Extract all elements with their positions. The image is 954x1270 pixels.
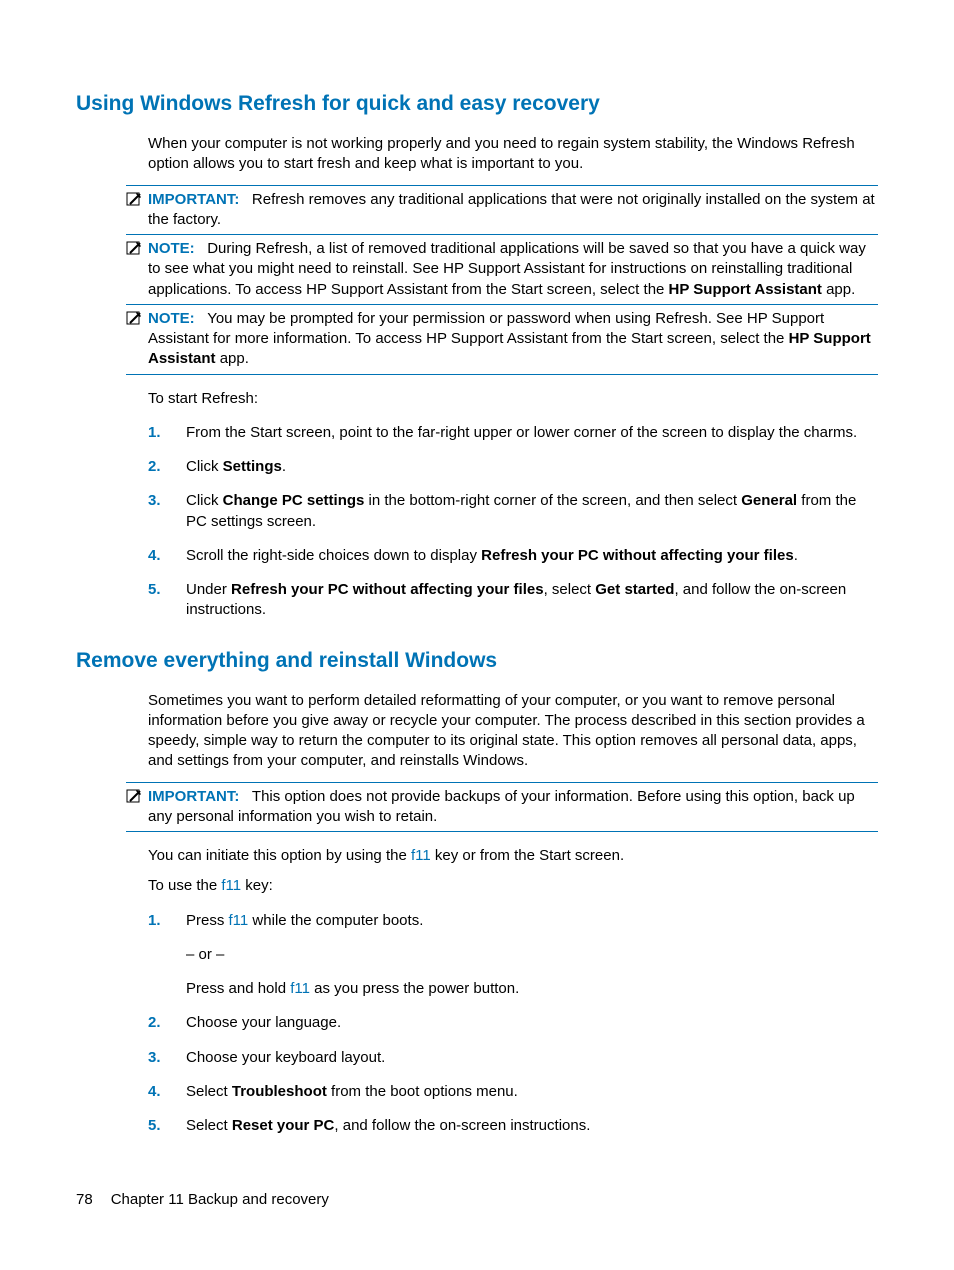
steps-refresh: 1.From the Start screen, point to the fa… [148,423,878,621]
step-3: 3.Click Change PC settings in the bottom… [148,491,878,532]
step-2-text: Click Settings. [186,457,878,477]
steps-remove: 1. Press f11 while the computer boots. –… [148,911,878,1137]
note-icon [126,192,142,208]
step-3: 3.Choose your keyboard layout. [148,1048,878,1068]
heading-refresh: Using Windows Refresh for quick and easy… [76,92,878,116]
step-1: 1.From the Start screen, point to the fa… [148,423,878,443]
note1-bold: HP Support Assistant [669,281,822,298]
step-1-text: From the Start screen, point to the far-… [186,423,878,443]
start-refresh-text: To start Refresh: [148,389,878,409]
callout-note2: NOTE: You may be prompted for your permi… [126,305,878,375]
para-initiate: You can initiate this option by using th… [148,846,878,866]
step-5: 5.Under Refresh your PC without affectin… [148,580,878,621]
step-2-text: Choose your language. [186,1013,878,1033]
callout-note1: NOTE: During Refresh, a list of removed … [126,235,878,305]
note-icon [126,241,142,257]
step-4: 4.Select Troubleshoot from the boot opti… [148,1082,878,1102]
important-label: IMPORTANT: [148,191,239,208]
note1-text2: app. [822,281,855,298]
chapter-title: Chapter 11 Backup and recovery [111,1191,329,1208]
note2-text: You may be prompted for your permission … [148,310,824,347]
note-icon [126,311,142,327]
step-4-text: Scroll the right-side choices down to di… [186,546,878,566]
callout-important-refresh: IMPORTANT: Refresh removes any tradition… [126,185,878,236]
note-label: NOTE: [148,240,195,257]
callout-important-remove: IMPORTANT: This option does not provide … [126,782,878,833]
intro-remove: Sometimes you want to perform detailed r… [148,691,878,772]
important-text: Refresh removes any traditional applicat… [148,191,875,228]
step-5: 5.Select Reset your PC, and follow the o… [148,1116,878,1136]
step-1-text: Press f11 while the computer boots. – or… [186,911,878,1000]
step-4-text: Select Troubleshoot from the boot option… [186,1082,878,1102]
intro-refresh: When your computer is not working proper… [148,134,878,175]
heading-remove: Remove everything and reinstall Windows [76,649,878,673]
important-label: IMPORTANT: [148,788,239,805]
step-2: 2.Click Settings. [148,457,878,477]
page-footer: 78 Chapter 11 Backup and recovery [76,1191,329,1208]
note-label: NOTE: [148,310,195,327]
note-icon [126,789,142,805]
step-3-text: Choose your keyboard layout. [186,1048,878,1068]
step-4: 4.Scroll the right-side choices down to … [148,546,878,566]
step-5-text: Under Refresh your PC without affecting … [186,580,878,621]
page-number: 78 [76,1191,93,1208]
important-text: This option does not provide backups of … [148,788,855,825]
step-5-text: Select Reset your PC, and follow the on-… [186,1116,878,1136]
step-2: 2.Choose your language. [148,1013,878,1033]
note2-text2: app. [216,350,249,367]
step-1: 1. Press f11 while the computer boots. –… [148,911,878,1000]
para-use-f11: To use the f11 key: [148,876,878,896]
step-3-text: Click Change PC settings in the bottom-r… [186,491,878,532]
